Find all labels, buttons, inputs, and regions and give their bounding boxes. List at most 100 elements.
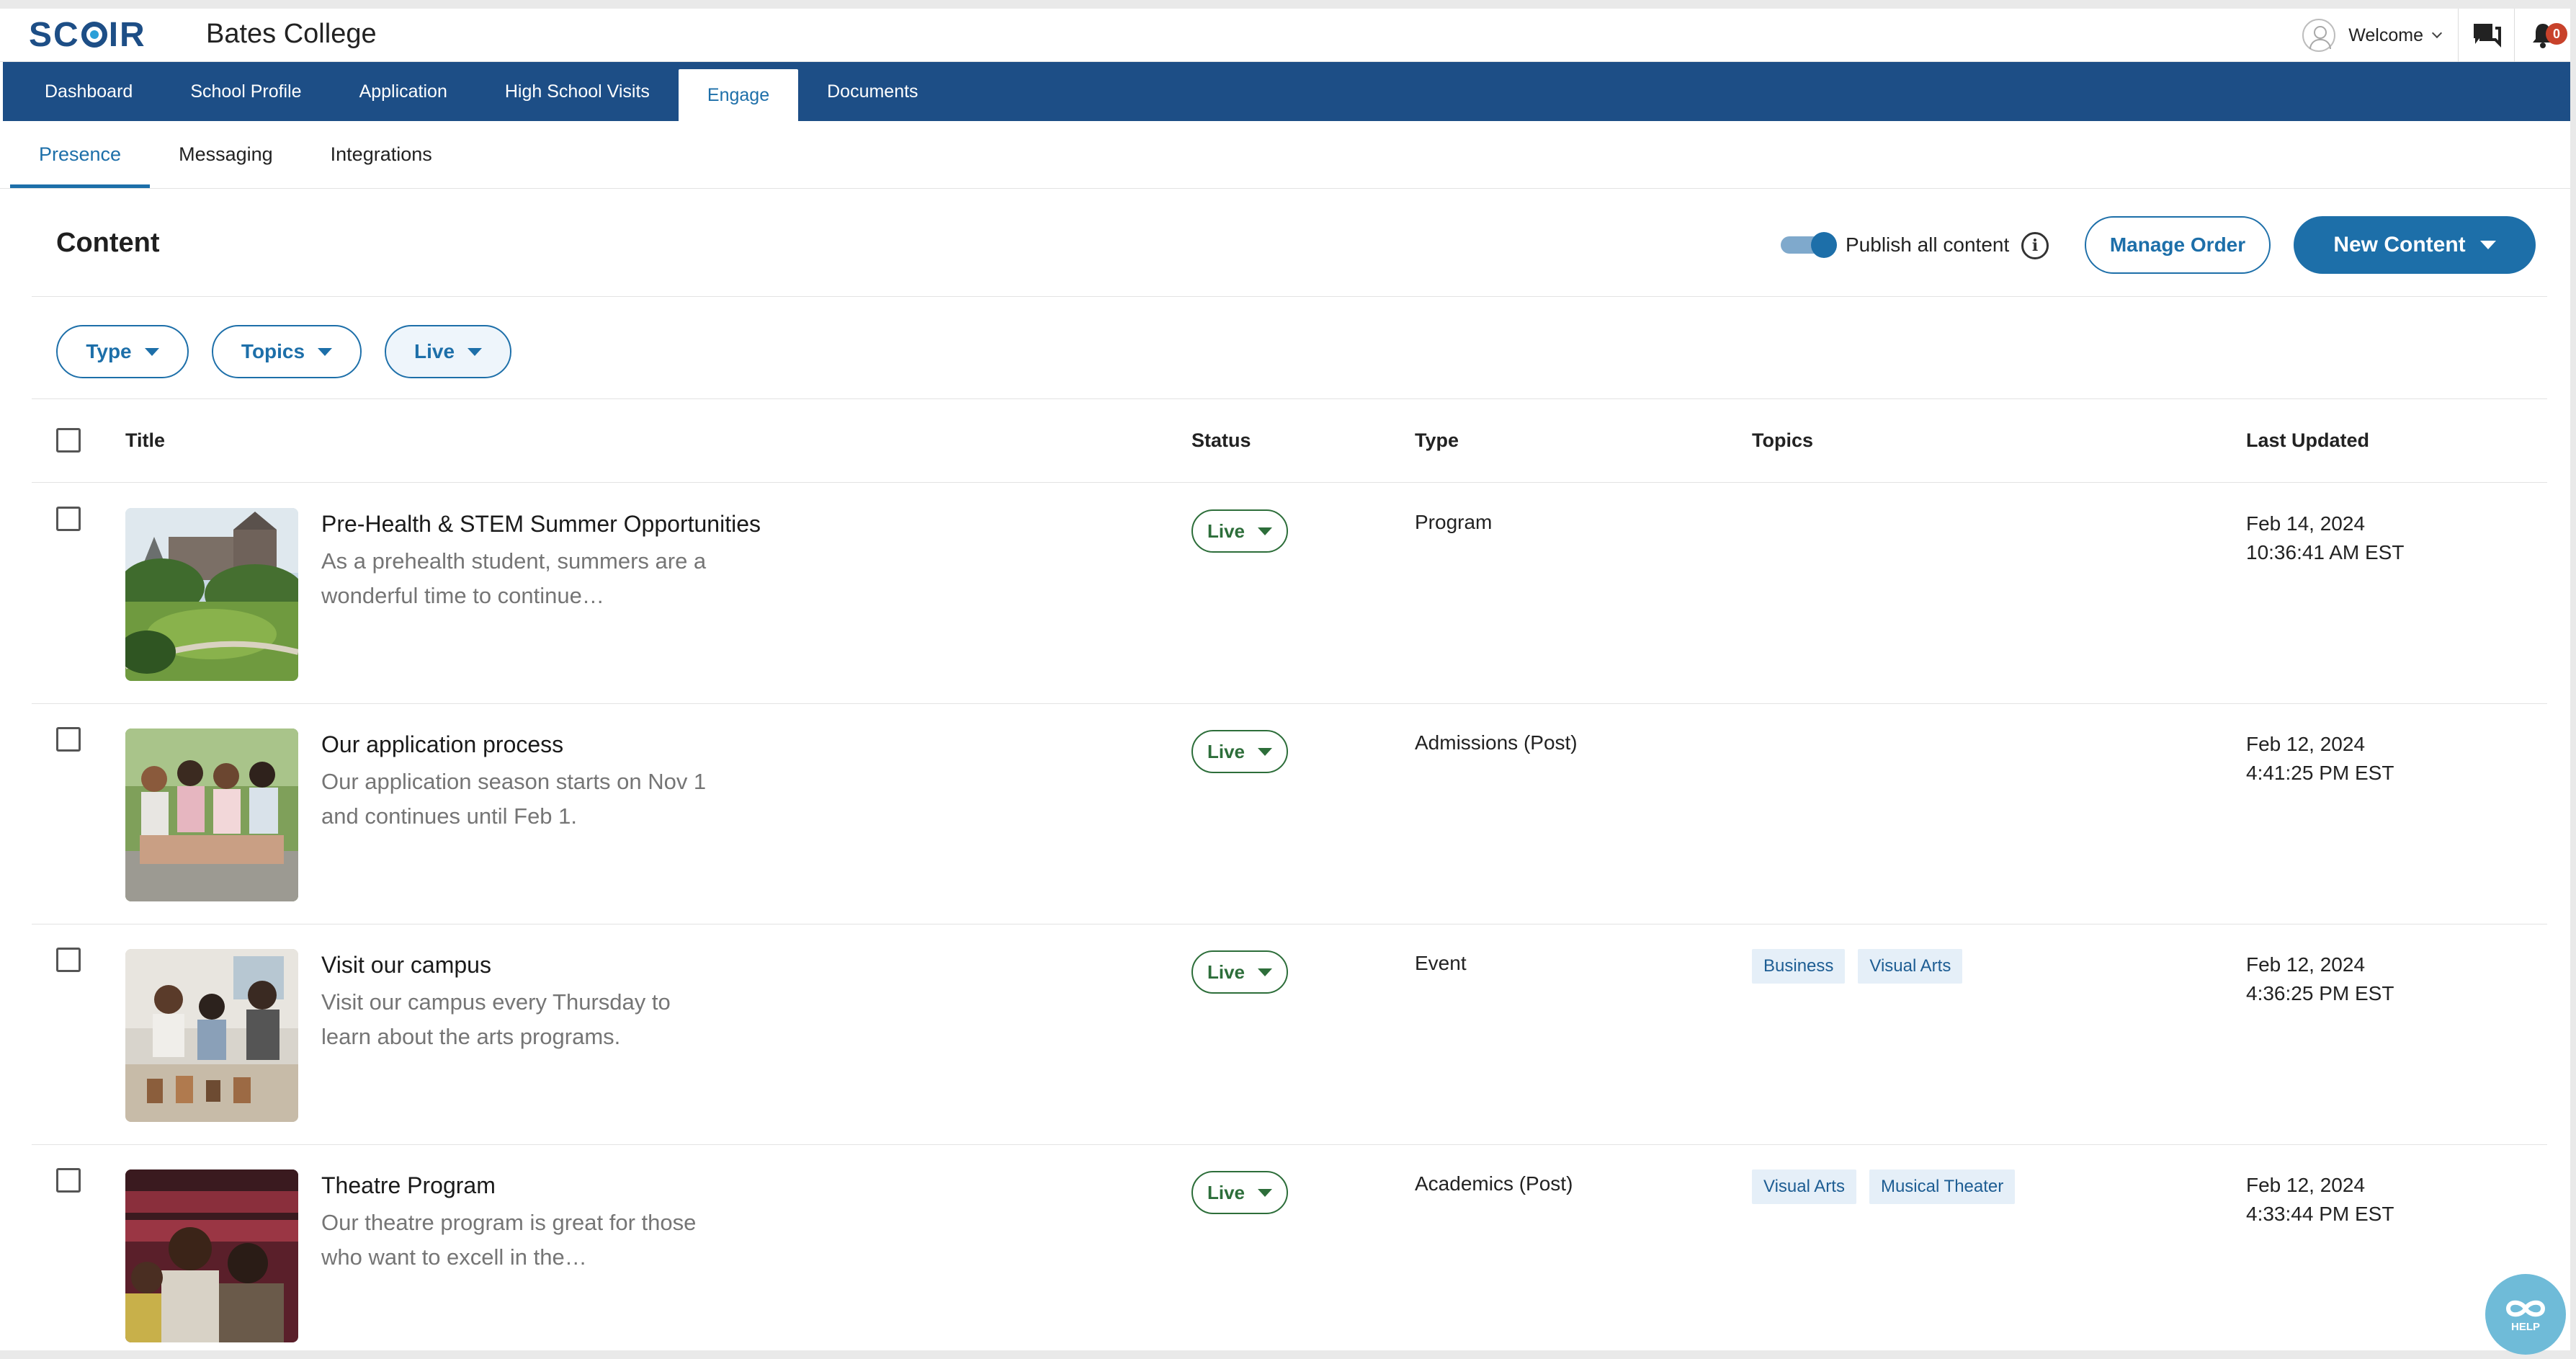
content-thumbnail[interactable] <box>125 949 298 1122</box>
column-type: Type <box>1415 429 1459 451</box>
updated-time: 4:36:25 PM EST <box>2246 982 2394 1004</box>
topics-filter[interactable]: Topics <box>212 325 362 378</box>
table-header: Title Status Type Topics Last Updated <box>32 399 2547 483</box>
updated-time: 10:36:41 AM EST <box>2246 541 2405 563</box>
column-last-updated: Last Updated <box>2246 429 2370 451</box>
table-row[interactable]: Pre-Health & STEM Summer Opportunities A… <box>32 484 2547 704</box>
college-name: Bates College <box>206 19 377 49</box>
status-label: Live <box>1207 1181 1245 1203</box>
table-row[interactable]: Visit our campus Visit our campus every … <box>32 924 2547 1145</box>
topics-filter-label: Topics <box>241 340 305 362</box>
row-checkbox[interactable] <box>56 727 81 752</box>
updated-time: 4:33:44 PM EST <box>2246 1203 2394 1225</box>
tab-presence[interactable]: Presence <box>10 121 151 188</box>
content-thumbnail[interactable] <box>125 508 298 681</box>
notifications-button[interactable]: 0 <box>2514 9 2570 62</box>
row-checkbox[interactable] <box>56 507 81 531</box>
caret-down-icon <box>1258 527 1273 535</box>
row-checkbox[interactable] <box>56 1168 81 1193</box>
logo-text-1: SC <box>29 15 80 54</box>
publish-all-toggle[interactable] <box>1778 232 1837 258</box>
select-all-checkbox[interactable] <box>56 428 81 453</box>
nav-engage[interactable]: Engage <box>678 69 799 121</box>
live-filter-label: Live <box>413 340 455 362</box>
welcome-label: Welcome <box>2348 24 2423 45</box>
row-title[interactable]: Our application process <box>321 731 563 758</box>
nav-high-school-visits[interactable]: High School Visits <box>476 62 679 121</box>
column-title: Title <box>125 429 166 451</box>
caret-down-icon <box>1258 747 1273 756</box>
updated-date: Feb 12, 2024 <box>2246 1174 2366 1196</box>
top-bar-actions: Welcome 0 <box>2302 9 2570 62</box>
scoir-logo[interactable]: SC IR <box>29 14 146 55</box>
caret-down-icon <box>2479 241 2496 249</box>
caret-down-icon <box>468 347 483 356</box>
welcome-menu[interactable]: Welcome <box>2302 9 2458 62</box>
row-title[interactable]: Theatre Program <box>321 1172 496 1199</box>
row-type: Admissions (Post) <box>1415 731 1578 754</box>
row-last-updated: Feb 14, 2024 10:36:41 AM EST <box>2246 509 2404 567</box>
column-status: Status <box>1191 429 1251 451</box>
row-last-updated: Feb 12, 2024 4:36:25 PM EST <box>2246 950 2394 1008</box>
column-topics: Topics <box>1752 429 1814 451</box>
row-last-updated: Feb 12, 2024 4:33:44 PM EST <box>2246 1171 2394 1229</box>
chat-icon <box>2473 24 2501 48</box>
updated-date: Feb 12, 2024 <box>2246 953 2366 976</box>
content-thumbnail[interactable] <box>125 1169 298 1342</box>
nav-application[interactable]: Application <box>331 62 476 121</box>
topic-tag: Visual Arts <box>1858 949 1963 984</box>
status-label: Live <box>1207 740 1245 762</box>
row-topics: Visual Arts Musical Theater <box>1752 1169 2016 1204</box>
row-type: Program <box>1415 511 1493 533</box>
nav-documents[interactable]: Documents <box>798 62 947 121</box>
status-label: Live <box>1207 961 1245 983</box>
top-bar: SC IR Bates College Welcome 0 <box>0 9 2570 62</box>
updated-time: 4:41:25 PM EST <box>2246 762 2394 784</box>
publish-all-label: Publish all content <box>1846 233 2010 256</box>
row-description: Our theatre program is great for those w… <box>321 1210 697 1270</box>
tab-messaging[interactable]: Messaging <box>150 121 302 188</box>
updated-date: Feb 14, 2024 <box>2246 512 2366 535</box>
row-title[interactable]: Pre-Health & STEM Summer Opportunities <box>321 511 761 538</box>
primary-nav: Dashboard School Profile Application Hig… <box>3 62 2570 121</box>
row-checkbox[interactable] <box>56 948 81 972</box>
new-content-button[interactable]: New Content <box>2294 216 2536 274</box>
caret-down-icon <box>1258 1188 1273 1197</box>
type-filter[interactable]: Type <box>56 325 189 378</box>
nav-dashboard[interactable]: Dashboard <box>3 62 161 121</box>
row-description: As a prehealth student, summers are a wo… <box>321 548 707 608</box>
help-button[interactable]: HELP <box>2485 1274 2566 1355</box>
toggle-knob <box>1811 232 1837 258</box>
caret-down-icon <box>144 347 159 356</box>
logo-text-2: IR <box>108 15 146 54</box>
notification-count-badge: 0 <box>2546 23 2567 45</box>
topic-tag: Business <box>1752 949 1846 984</box>
status-dropdown[interactable]: Live <box>1191 509 1288 553</box>
live-filter[interactable]: Live <box>385 325 511 378</box>
updated-date: Feb 12, 2024 <box>2246 733 2366 755</box>
caret-down-icon <box>318 347 333 356</box>
content-card: Content Publish all content i Manage Ord… <box>32 192 2547 1350</box>
students-photo-thumbnail <box>125 728 298 901</box>
content-title: Content <box>56 228 160 258</box>
app-window: SC IR Bates College Welcome 0 Dashboard … <box>0 9 2570 1350</box>
nav-school-profile[interactable]: School Profile <box>161 62 330 121</box>
table-row[interactable]: Theatre Program Our theatre program is g… <box>32 1145 2547 1350</box>
infinity-icon <box>2505 1300 2546 1316</box>
help-label: HELP <box>2510 1320 2540 1333</box>
status-dropdown[interactable]: Live <box>1191 950 1288 994</box>
caret-down-icon <box>1258 968 1273 976</box>
row-title[interactable]: Visit our campus <box>321 952 491 979</box>
type-filter-label: Type <box>86 340 132 362</box>
messages-button[interactable] <box>2458 9 2514 62</box>
status-dropdown[interactable]: Live <box>1191 1171 1288 1214</box>
tab-integrations[interactable]: Integrations <box>302 121 461 188</box>
content-thumbnail[interactable] <box>125 728 298 901</box>
new-content-label: New Content <box>2333 233 2466 257</box>
table-row[interactable]: Our application process Our application … <box>32 704 2547 924</box>
row-last-updated: Feb 12, 2024 4:41:25 PM EST <box>2246 730 2394 788</box>
info-icon[interactable]: i <box>2021 232 2049 259</box>
status-dropdown[interactable]: Live <box>1191 730 1288 773</box>
art-class-photo-thumbnail <box>125 949 298 1122</box>
manage-order-button[interactable]: Manage Order <box>2085 216 2271 274</box>
